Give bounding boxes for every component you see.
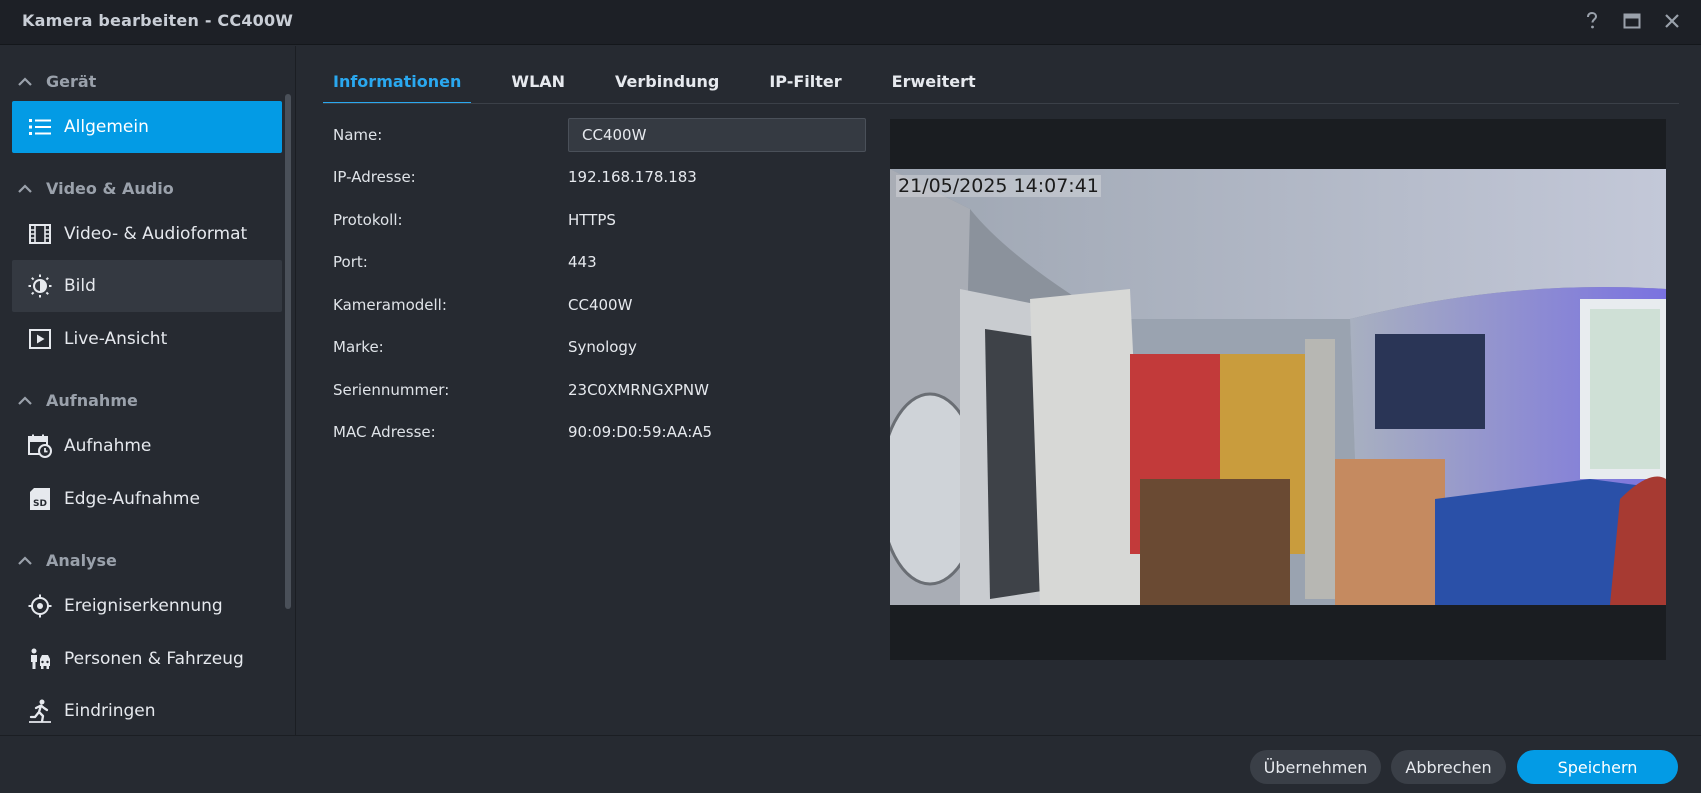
tab-bar: Informationen WLAN Verbindung IP-Filter … bbox=[323, 60, 986, 104]
sidebar-item-label: Bild bbox=[64, 276, 96, 296]
svg-text:SD: SD bbox=[33, 499, 47, 509]
sidebar-item-eindringen[interactable]: Eindringen bbox=[12, 685, 282, 735]
info-label: Marke: bbox=[333, 338, 384, 356]
section-label: Video & Audio bbox=[46, 178, 174, 198]
apply-button[interactable]: Übernehmen bbox=[1250, 750, 1381, 784]
crosshair-icon bbox=[28, 594, 52, 618]
film-icon bbox=[28, 222, 52, 246]
info-row-port: Port: 443 bbox=[333, 245, 873, 279]
tab-divider bbox=[323, 103, 1679, 104]
tab-verbindung[interactable]: Verbindung bbox=[605, 60, 729, 104]
cancel-button[interactable]: Abbrechen bbox=[1391, 750, 1506, 784]
sidebar: Gerät Allgemein Video & Audio Video- & A… bbox=[0, 46, 296, 735]
tab-wlan[interactable]: WLAN bbox=[501, 60, 575, 104]
info-value: Synology bbox=[568, 338, 637, 356]
sd-card-icon: SD bbox=[28, 487, 52, 511]
section-analyse[interactable]: Analyse bbox=[18, 545, 117, 575]
title-bar: Kamera bearbeiten - CC400W bbox=[0, 0, 1701, 45]
sidebar-item-video-audioformat[interactable]: Video- & Audioformat bbox=[12, 208, 282, 260]
sidebar-item-allgemein[interactable]: Allgemein bbox=[12, 101, 282, 153]
chevron-up-icon bbox=[18, 553, 32, 567]
info-value: 192.168.178.183 bbox=[568, 168, 697, 186]
info-value: CC400W bbox=[568, 296, 633, 314]
section-label: Analyse bbox=[46, 550, 117, 570]
section-video-audio[interactable]: Video & Audio bbox=[18, 173, 174, 203]
close-icon[interactable] bbox=[1661, 9, 1683, 33]
chevron-up-icon bbox=[18, 74, 32, 88]
tab-erweitert[interactable]: Erweitert bbox=[882, 60, 986, 104]
info-label: Protokoll: bbox=[333, 211, 403, 229]
window-controls bbox=[1581, 9, 1683, 33]
info-value: 23C0XMRNGXPNW bbox=[568, 381, 709, 399]
sidebar-item-label: Live-Ansicht bbox=[64, 329, 168, 349]
sidebar-item-bild[interactable]: Bild bbox=[12, 260, 282, 312]
info-row-mac: MAC Adresse: 90:09:D0:59:AA:A5 bbox=[333, 415, 873, 449]
tab-ip-filter[interactable]: IP-Filter bbox=[759, 60, 851, 104]
info-value: HTTPS bbox=[568, 211, 616, 229]
tab-informationen[interactable]: Informationen bbox=[323, 60, 472, 104]
edit-camera-window: Kamera bearbeiten - CC400W Gerät Allgeme… bbox=[0, 0, 1701, 793]
name-input[interactable]: CC400W bbox=[568, 118, 866, 152]
sidebar-item-label: Aufnahme bbox=[64, 436, 152, 456]
name-label: Name: bbox=[333, 126, 383, 144]
sidebar-scrollbar[interactable] bbox=[285, 94, 291, 609]
sidebar-item-live-ansicht[interactable]: Live-Ansicht bbox=[12, 313, 282, 365]
sidebar-item-label: Eindringen bbox=[64, 701, 156, 721]
info-row-brand: Marke: Synology bbox=[333, 330, 873, 364]
camera-preview: 21/05/2025 14:07:41 bbox=[890, 119, 1666, 660]
sidebar-item-edge-aufnahme[interactable]: SD Edge-Aufnahme bbox=[12, 473, 282, 525]
maximize-icon[interactable] bbox=[1621, 9, 1643, 33]
brightness-icon bbox=[28, 274, 52, 298]
info-label: IP-Adresse: bbox=[333, 168, 416, 186]
info-value: 443 bbox=[568, 253, 597, 271]
sidebar-item-label: Personen & Fahrzeug bbox=[64, 649, 244, 669]
info-row-ip: IP-Adresse: 192.168.178.183 bbox=[333, 160, 873, 194]
help-icon[interactable] bbox=[1581, 9, 1603, 33]
section-aufnahme[interactable]: Aufnahme bbox=[18, 385, 138, 415]
info-label: Seriennummer: bbox=[333, 381, 450, 399]
info-row-protocol: Protokoll: HTTPS bbox=[333, 203, 873, 237]
info-label: Kameramodell: bbox=[333, 296, 447, 314]
info-label: Port: bbox=[333, 253, 368, 271]
section-label: Aufnahme bbox=[46, 390, 138, 410]
sidebar-item-ereigniserkennung[interactable]: Ereigniserkennung bbox=[12, 580, 282, 632]
play-square-icon bbox=[28, 327, 52, 351]
sidebar-item-label: Edge-Aufnahme bbox=[64, 489, 200, 509]
info-label: MAC Adresse: bbox=[333, 423, 436, 441]
chevron-up-icon bbox=[18, 393, 32, 407]
chevron-up-icon bbox=[18, 181, 32, 195]
footer-bar: Übernehmen Abbrechen Speichern bbox=[0, 735, 1701, 793]
section-label: Gerät bbox=[46, 71, 97, 91]
save-button[interactable]: Speichern bbox=[1517, 750, 1678, 784]
person-vehicle-icon bbox=[28, 647, 52, 671]
sidebar-item-label: Ereigniserkennung bbox=[64, 596, 223, 616]
list-icon bbox=[28, 115, 52, 139]
section-geraet[interactable]: Gerät bbox=[18, 66, 96, 96]
sidebar-item-aufnahme[interactable]: Aufnahme bbox=[12, 420, 282, 472]
sidebar-item-label: Video- & Audioformat bbox=[64, 224, 248, 244]
camera-snapshot: 21/05/2025 14:07:41 bbox=[890, 169, 1666, 605]
sidebar-item-personen-fahrzeug[interactable]: Personen & Fahrzeug bbox=[12, 633, 282, 685]
info-row-model: Kameramodell: CC400W bbox=[333, 288, 873, 322]
window-title: Kamera bearbeiten - CC400W bbox=[22, 11, 294, 30]
info-row-serial: Seriennummer: 23C0XMRNGXPNW bbox=[333, 373, 873, 407]
info-row-name: Name: CC400W bbox=[333, 118, 873, 152]
camera-timestamp: 21/05/2025 14:07:41 bbox=[896, 175, 1101, 197]
info-value: 90:09:D0:59:AA:A5 bbox=[568, 423, 713, 441]
calendar-clock-icon bbox=[28, 434, 52, 458]
main-panel: Informationen WLAN Verbindung IP-Filter … bbox=[297, 46, 1701, 735]
sidebar-item-label: Allgemein bbox=[64, 117, 149, 137]
running-person-icon bbox=[28, 699, 52, 723]
